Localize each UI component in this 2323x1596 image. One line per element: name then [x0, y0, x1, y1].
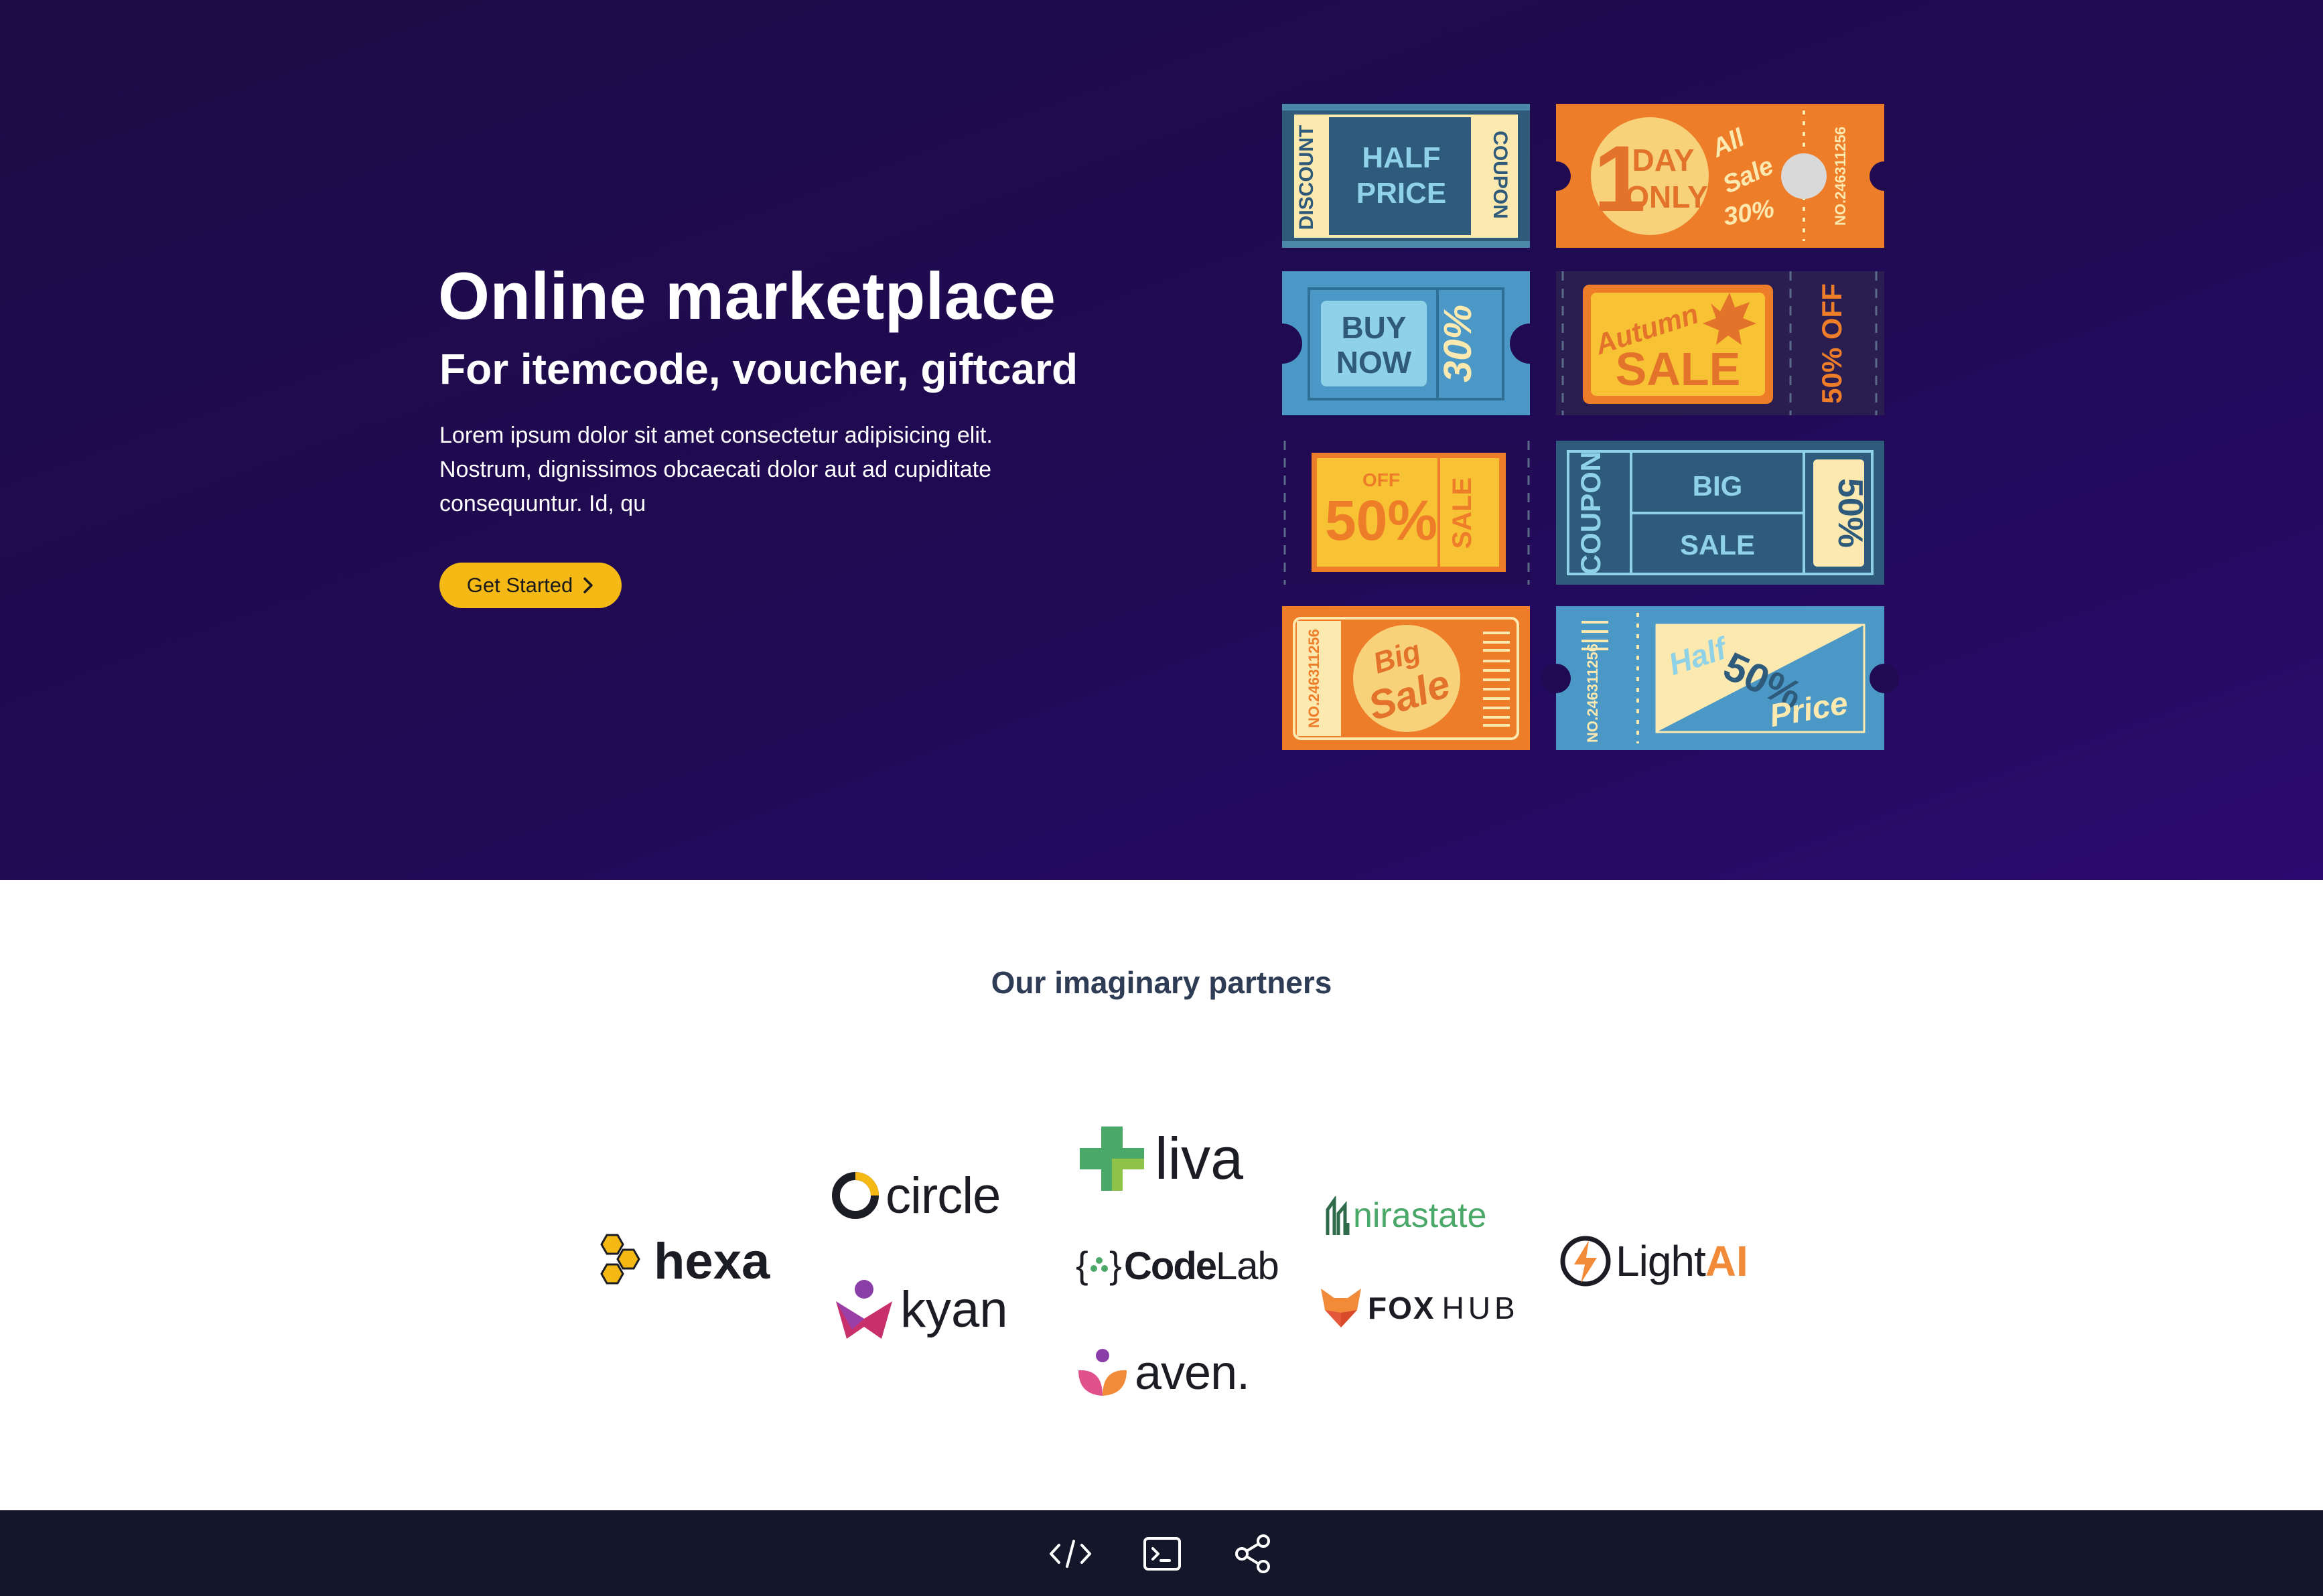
partner-logo-foxhub[interactable]: FOX HUB [1320, 1285, 1519, 1331]
partner-name: liva [1155, 1125, 1244, 1191]
codelab-icon: { } [1076, 1244, 1122, 1286]
partner-logo-circle[interactable]: circle [829, 1165, 1001, 1226]
kyan-icon [836, 1280, 892, 1339]
coupon-text: DISCOUNT [1295, 125, 1318, 230]
chevron-right-icon [583, 577, 593, 593]
coupon-text: SALE [1680, 529, 1755, 561]
lightai-icon [1560, 1236, 1611, 1287]
aven-icon [1078, 1349, 1127, 1396]
footer-toolbar [0, 1510, 2323, 1596]
partner-logo-nirastate[interactable]: nirastate [1325, 1193, 1486, 1238]
partner-logo-aven[interactable]: aven. [1076, 1343, 1250, 1403]
partner-name: HUB [1441, 1291, 1519, 1325]
code-icon [1050, 1540, 1091, 1568]
code-button[interactable] [1047, 1530, 1094, 1577]
coupon-text: NO.246311256 [1306, 629, 1322, 728]
terminal-button[interactable] [1139, 1530, 1186, 1577]
coupon-text: DAY [1632, 143, 1695, 177]
partner-name: aven. [1135, 1346, 1250, 1400]
hero-description-line: Lorem ipsum dolor sit amet consectetur a… [439, 423, 993, 448]
share-button[interactable] [1230, 1530, 1277, 1577]
partner-logo-hexa[interactable]: hexa [591, 1231, 770, 1291]
nirastate-icon [1326, 1196, 1350, 1235]
coupon-text: HALF [1362, 141, 1440, 174]
partner-logo-liva[interactable]: liva [1077, 1122, 1243, 1195]
coupon-text: NO.246311256 [1832, 127, 1849, 226]
hero-description: Lorem ipsum dolor sit amet consectetur a… [439, 419, 1082, 521]
partner-name: nirastate [1353, 1196, 1487, 1235]
partner-logo-kyan[interactable]: kyan [832, 1276, 1008, 1343]
liva-icon [1080, 1127, 1144, 1191]
hexa-icon [600, 1234, 640, 1285]
coupon-text: 50% OFF [1816, 283, 1847, 404]
hero-subtitle: For itemcode, voucher, giftcard [439, 345, 1078, 393]
hero-description-line: Nostrum, dignissimos obcaecati dolor aut… [439, 457, 991, 482]
partner-name: Code [1124, 1244, 1217, 1288]
coupon-text: 50% [1325, 489, 1437, 552]
partner-name: circle [886, 1167, 1001, 1224]
get-started-button[interactable]: Get Started [439, 563, 622, 608]
get-started-label: Get Started [466, 573, 573, 597]
coupon-text: COUPON [1489, 131, 1511, 219]
coupon-half-price-diagonal: NO.246311256 Half 50% Price [1541, 606, 1899, 750]
partner-name: Lab [1216, 1244, 1279, 1288]
coupon-big-sale-blue: COUPON BIG SALE 50% [1556, 441, 1884, 585]
hero-section: Online marketplace For itemcode, voucher… [0, 0, 2323, 880]
coupon-buy-now: BUY NOW 30% [1262, 271, 1550, 415]
hero-description-line: consequuntur. Id, qu [439, 491, 646, 516]
hero-title: Online marketplace [438, 259, 1056, 333]
coupon-text: NO.246311256 [1584, 644, 1601, 743]
coupon-big-sale-orange: NO.246311256 Big Sale [1282, 606, 1530, 750]
partner-logo-codelab[interactable]: { } Code Lab [1076, 1242, 1279, 1289]
coupon-text: COUPON [1575, 451, 1606, 575]
circle-icon [832, 1172, 879, 1219]
partner-name: hexa [654, 1232, 770, 1290]
coupon-text: 50% [1831, 478, 1870, 548]
coupon-text: SALE [1448, 478, 1477, 549]
partner-name: Light [1616, 1237, 1706, 1285]
partner-logo-lightai[interactable]: Light AI [1558, 1231, 1748, 1291]
terminal-icon [1143, 1537, 1181, 1571]
coupon-half-price: DISCOUNT HALF PRICE COUPON [1282, 104, 1530, 248]
coupon-text: BUY [1341, 310, 1406, 345]
coupon-text: 30% [1436, 305, 1480, 382]
coupon-text: ONLY [1625, 179, 1708, 214]
partner-name: AI [1705, 1237, 1748, 1285]
share-icon [1235, 1534, 1270, 1573]
coupon-text: PRICE [1356, 177, 1446, 210]
partner-name: FOX [1368, 1291, 1435, 1325]
coupon-one-day-only: 1 DAY ONLY All Sale 30% NO.246311256 [1541, 104, 1899, 248]
partners-title: Our imaginary partners [991, 965, 1332, 1000]
svg-text:}: } [1109, 1244, 1122, 1286]
coupon-text: 1 [1594, 126, 1646, 231]
coupon-text: BIG [1693, 470, 1743, 502]
coupon-text: OFF [1362, 469, 1400, 490]
svg-text:{: { [1076, 1244, 1088, 1286]
coupon-autumn-sale: Autumn SALE 50% OFF [1556, 271, 1884, 415]
coupon-off-50: OFF 50% SALE [1282, 441, 1530, 585]
coupon-text: SALE [1616, 343, 1741, 395]
coupon-text: NOW [1336, 345, 1412, 380]
fox-icon [1321, 1289, 1361, 1327]
partner-name: kyan [900, 1281, 1008, 1338]
